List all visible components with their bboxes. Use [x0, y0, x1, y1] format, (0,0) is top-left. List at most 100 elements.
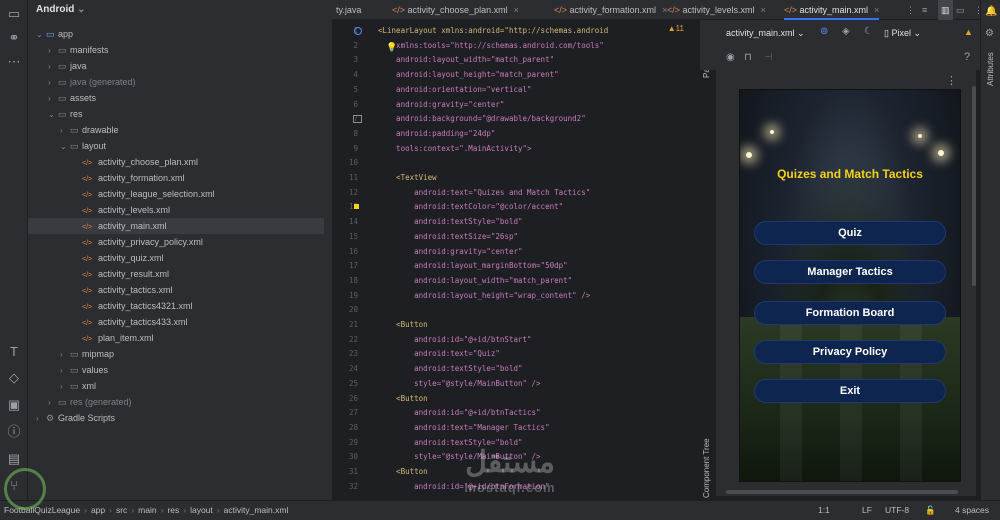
file-item[interactable]: </> activity_league_selection.xml — [28, 186, 324, 202]
attributes-tab[interactable]: Attributes — [986, 52, 995, 86]
breadcrumb-item[interactable]: src — [116, 501, 127, 519]
tree-node[interactable]: › ▭ assets — [28, 90, 324, 106]
chevron-right-icon[interactable]: › — [60, 379, 70, 395]
chevron-right-icon[interactable]: › — [60, 123, 70, 139]
code-line[interactable]: android:layout_width="match_parent" — [378, 276, 572, 285]
formation-board-button[interactable]: Formation Board — [754, 301, 946, 325]
file-item[interactable]: </> activity_tactics.xml — [28, 282, 324, 298]
chevron-right-icon[interactable]: › — [60, 347, 70, 363]
breadcrumb-item[interactable]: main — [138, 501, 156, 519]
design-mode-icon[interactable]: ⊚ — [820, 26, 828, 37]
code-line[interactable]: android:layout_width="match_parent" — [378, 55, 554, 64]
tree-node[interactable]: › ▭ values — [28, 362, 324, 378]
tree-node[interactable]: › ▭ xml — [28, 378, 324, 394]
file-item[interactable]: </> activity_result.xml — [28, 266, 324, 282]
code-line[interactable]: android:textColor="@color/accent" — [378, 202, 563, 211]
gradle-icon[interactable]: ⚙ — [985, 28, 994, 39]
code-line[interactable]: <Button — [378, 394, 428, 403]
manager-tactics-button[interactable]: Manager Tactics — [754, 260, 946, 284]
code-line[interactable]: android:text="Quiz" — [378, 349, 500, 358]
tree-node[interactable]: › ▭ java — [28, 58, 324, 74]
split-view-icon[interactable]: ▥ — [938, 0, 953, 20]
code-line[interactable]: <TextView — [378, 173, 437, 182]
terminal-icon[interactable]: ▤ — [6, 451, 22, 467]
breadcrumb-item[interactable]: res — [167, 501, 179, 519]
chevron-right-icon[interactable]: › — [48, 395, 58, 411]
device-select[interactable]: ▯ Pixel ⌄ — [884, 28, 921, 39]
project-view-title[interactable]: Android ⌄ — [28, 0, 332, 20]
tab-ty-java[interactable]: ty.java — [336, 0, 361, 20]
commit-icon[interactable]: ⚭ — [6, 30, 22, 46]
code-line[interactable]: android:text="Manager Tactics" — [378, 423, 549, 432]
warnings-badge[interactable]: ▲11 — [668, 24, 684, 33]
chevron-down-icon[interactable]: ⌄ — [48, 107, 58, 123]
folder-icon[interactable]: ▭ — [6, 6, 22, 22]
quiz-button[interactable]: Quiz — [754, 221, 946, 245]
code-view-icon[interactable]: ≡ — [922, 0, 927, 20]
gem-icon[interactable]: ◇ — [6, 370, 22, 386]
tree-node[interactable]: › ⚙ Gradle Scripts — [28, 410, 324, 426]
tree-node[interactable]: ⌄ ▭ layout — [28, 138, 324, 154]
orientation-icon[interactable]: ◈ — [842, 26, 850, 37]
file-item[interactable]: </> activity_main.xml — [28, 218, 324, 234]
help-icon[interactable]: ? — [964, 51, 970, 63]
file-item[interactable]: </> activity_tactics4321.xml — [28, 298, 324, 314]
editor-scrollbar[interactable] — [690, 20, 698, 500]
code-line[interactable]: android:orientation="vertical" — [378, 85, 531, 94]
line-separator[interactable]: LF — [862, 501, 872, 519]
code-editor[interactable]: 1 <LinearLayout xmlns:android="http://sch… — [332, 20, 698, 500]
code-line[interactable]: tools:context=".MainActivity"> — [378, 144, 531, 153]
chevron-right-icon[interactable]: › — [48, 43, 58, 59]
breadcrumb-item[interactable]: activity_main.xml — [224, 501, 289, 519]
breadcrumb-item[interactable]: app — [91, 501, 105, 519]
file-item[interactable]: </> activity_privacy_policy.xml — [28, 234, 324, 250]
tree-node[interactable]: ⌄ ▭ app — [28, 26, 324, 42]
chevron-down-icon[interactable]: ⌄ — [36, 27, 46, 43]
canvas-hscrollbar[interactable] — [726, 490, 958, 494]
night-mode-icon[interactable]: ☾ — [864, 26, 873, 37]
tab-activity-levels[interactable]: </> activity_levels.xml × — [667, 0, 766, 20]
code-line[interactable]: android:background="@drawable/background… — [378, 114, 586, 123]
magnet-icon[interactable]: ⊓ — [744, 52, 752, 63]
code-line[interactable]: android:id="@+id/btnTactics" — [378, 408, 540, 417]
file-item[interactable]: </> plan_item.xml — [28, 330, 324, 346]
bulb-icon[interactable]: 💡 — [386, 43, 397, 53]
file-encoding[interactable]: UTF-8 — [885, 501, 909, 519]
code-line[interactable]: <LinearLayout xmlns:android="http://sche… — [378, 26, 608, 35]
code-line[interactable]: android:layout_marginBottom="50dp" — [378, 261, 568, 270]
eye-icon[interactable]: ◉ — [726, 52, 735, 63]
privacy-policy-button[interactable]: Privacy Policy — [754, 340, 946, 364]
lock-icon[interactable]: 🔓 — [925, 501, 936, 519]
indent-setting[interactable]: 4 spaces — [955, 501, 989, 519]
warning-icon[interactable]: ▲ — [964, 27, 973, 37]
code-line[interactable]: android:layout_height="match_parent" — [378, 70, 559, 79]
chevron-right-icon[interactable]: › — [48, 59, 58, 75]
problems-icon[interactable]: ⓘ — [6, 424, 22, 440]
breadcrumb-item[interactable]: layout — [190, 501, 213, 519]
code-line[interactable]: android:text="Quizes and Match Tactics" — [378, 188, 590, 197]
build-icon[interactable]: T — [6, 344, 22, 360]
more-tools-icon[interactable]: ⋯ — [6, 54, 22, 70]
code-line[interactable]: android:layout_height="wrap_content" /> — [378, 291, 590, 300]
chevron-right-icon[interactable]: › — [48, 91, 58, 107]
exit-button[interactable]: Exit — [754, 379, 946, 403]
tab-activity-formation[interactable]: </> activity_formation.xml × — [554, 0, 667, 20]
file-item[interactable]: </> activity_tactics433.xml — [28, 314, 324, 330]
chevron-down-icon[interactable]: ⌄ — [60, 139, 70, 155]
caret-position[interactable]: 1:1 — [818, 501, 830, 519]
code-line[interactable]: android:textSize="26sp" — [378, 232, 518, 241]
chevron-right-icon[interactable]: › — [36, 411, 46, 427]
canvas-more-icon[interactable]: ⋮ — [946, 74, 957, 87]
chevron-right-icon[interactable]: › — [60, 363, 70, 379]
component-tree-tab[interactable]: Component Tree — [702, 438, 711, 498]
canvas-scrollbar[interactable] — [972, 86, 976, 286]
code-line[interactable]: android:padding="24dp" — [378, 129, 495, 138]
notifications-icon[interactable]: 🔔 — [985, 6, 997, 17]
code-line[interactable]: android:gravity="center" — [378, 100, 504, 109]
tree-node[interactable]: › ▭ res (generated) — [28, 394, 324, 410]
code-line[interactable]: android:textStyle="bold" — [378, 217, 522, 226]
tab-activity-choose-plan[interactable]: </> activity_choose_plan.xml × — [392, 0, 519, 20]
file-item[interactable]: </> activity_formation.xml — [28, 170, 324, 186]
chevron-right-icon[interactable]: › — [48, 75, 58, 91]
layout-file-select[interactable]: activity_main.xml ⌄ — [726, 28, 805, 39]
